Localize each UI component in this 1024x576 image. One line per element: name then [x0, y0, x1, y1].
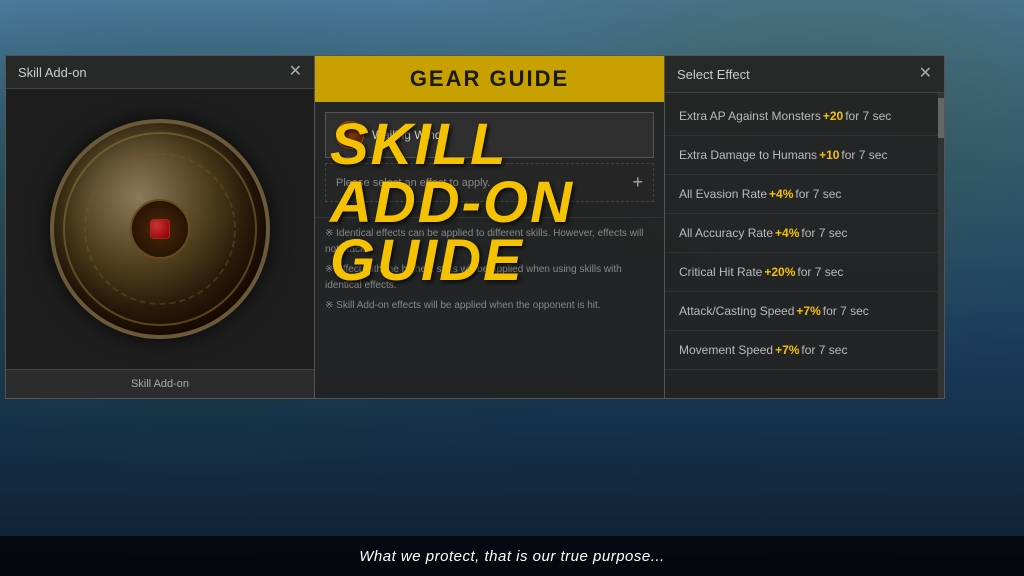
effect-item-0[interactable]: Extra AP Against Monsters +20 for 7 sec — [665, 97, 938, 136]
gear-panel: GEAR GUIDE SKILL ADD-ON GUIDE Wailing Wi… — [315, 55, 665, 399]
skill-note-2: ※ Effect with the highest stats will be … — [325, 262, 654, 294]
skill-item-name: Wailing Wind I — [372, 128, 448, 142]
effect-prefix: Movement Speed — [679, 341, 773, 359]
effect-suffix: for 7 sec — [845, 107, 891, 125]
skill-list-area: Wailing Wind I Please select an effect t… — [315, 102, 664, 212]
effect-scrollbar[interactable] — [938, 93, 944, 398]
effect-suffix: for 7 sec — [801, 341, 847, 359]
effect-highlight: +4% — [775, 224, 799, 242]
effect-prefix: Extra AP Against Monsters — [679, 107, 821, 125]
effect-list: Extra AP Against Monsters +20 for 7 secE… — [665, 93, 938, 398]
skill-note-3: ※ Skill Add-on effects will be applied w… — [325, 298, 654, 314]
effect-suffix: for 7 sec — [823, 302, 869, 320]
effect-prefix: Critical Hit Rate — [679, 263, 762, 281]
skill-item-wailing-wind[interactable]: Wailing Wind I — [325, 112, 654, 158]
effect-item-6[interactable]: Movement Speed +7% for 7 sec — [665, 331, 938, 370]
medallion-area — [6, 89, 314, 369]
subtitle-bar: What we protect, that is our true purpos… — [0, 536, 1024, 576]
skill-slot-1-placeholder: Please select an effect to apply. — [336, 177, 490, 189]
medallion-gem — [150, 219, 170, 239]
skill-slot-1[interactable]: Please select an effect to apply. + — [325, 163, 654, 202]
skill-panel-header: Skill Add-on ✕ — [6, 56, 314, 89]
ui-container: Skill Add-on ✕ Skill Add-on GEAR GUIDE S… — [5, 55, 945, 399]
skill-note-1: ※ Identical effects can be applied to di… — [325, 226, 654, 258]
skill-medallion — [50, 119, 270, 339]
skill-notes: ※ Identical effects can be applied to di… — [315, 217, 664, 322]
effect-item-2[interactable]: All Evasion Rate +4% for 7 sec — [665, 175, 938, 214]
effect-highlight: +7% — [775, 341, 799, 359]
effect-panel-close-button[interactable]: ✕ — [919, 66, 932, 82]
subtitle-text: What we protect, that is our true purpos… — [359, 548, 664, 565]
effect-item-3[interactable]: All Accuracy Rate +4% for 7 sec — [665, 214, 938, 253]
effect-prefix: All Evasion Rate — [679, 185, 767, 203]
effect-highlight: +7% — [796, 302, 820, 320]
gear-guide-banner: GEAR GUIDE — [315, 56, 664, 102]
effect-highlight: +10 — [819, 146, 839, 164]
skill-panel-footer: Skill Add-on — [6, 369, 314, 398]
skill-addon-panel: Skill Add-on ✕ Skill Add-on — [5, 55, 315, 399]
effect-highlight: +20 — [823, 107, 843, 125]
skill-icon-wailing-wind — [336, 121, 364, 149]
effect-suffix: for 7 sec — [797, 263, 843, 281]
effect-item-1[interactable]: Extra Damage to Humans +10 for 7 sec — [665, 136, 938, 175]
add-effect-icon[interactable]: + — [632, 172, 643, 193]
effect-panel-title: Select Effect — [677, 67, 750, 82]
effect-panel-header: Select Effect ✕ — [665, 56, 944, 93]
skill-panel-close-button[interactable]: ✕ — [289, 64, 302, 80]
effect-item-4[interactable]: Critical Hit Rate +20% for 7 sec — [665, 253, 938, 292]
effect-highlight: +4% — [769, 185, 793, 203]
effect-suffix: for 7 sec — [795, 185, 841, 203]
effect-highlight: +20% — [764, 263, 795, 281]
effect-panel: Select Effect ✕ Extra AP Against Monster… — [665, 55, 945, 399]
effect-prefix: Extra Damage to Humans — [679, 146, 817, 164]
effect-scrollbar-thumb[interactable] — [938, 98, 944, 138]
skill-panel-footer-label: Skill Add-on — [131, 378, 189, 390]
effect-prefix: Attack/Casting Speed — [679, 302, 794, 320]
medallion-inner — [130, 199, 190, 259]
effect-item-5[interactable]: Attack/Casting Speed +7% for 7 sec — [665, 292, 938, 331]
effect-suffix: for 7 sec — [841, 146, 887, 164]
effect-suffix: for 7 sec — [801, 224, 847, 242]
skill-panel-title: Skill Add-on — [18, 65, 87, 80]
effect-prefix: All Accuracy Rate — [679, 224, 773, 242]
